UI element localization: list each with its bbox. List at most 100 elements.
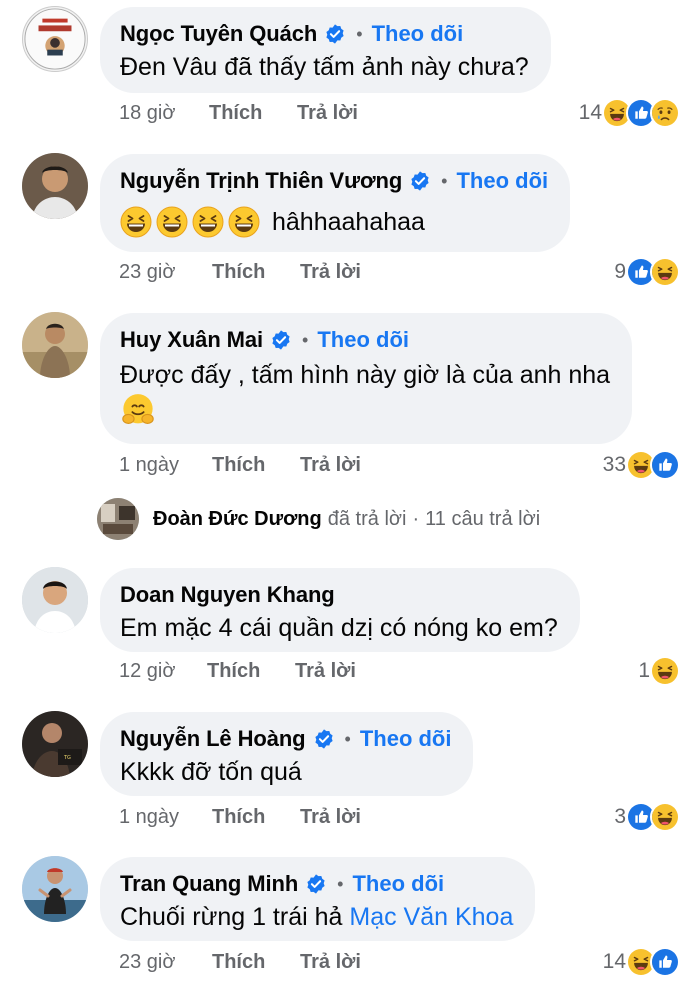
reaction-count: 14 [602,950,626,973]
laughing-emoji-icon [228,206,260,238]
comment-time[interactable]: 18 giờ [119,102,209,125]
avatar [97,498,139,540]
like-icon [650,450,680,480]
avatar[interactable] [22,312,88,378]
author-name[interactable]: Nguyễn Lê Hoàng [120,726,306,752]
avatar[interactable] [22,153,88,219]
reply-button[interactable]: Trả lời [300,951,361,974]
comment-text: Được đấy , tấm hình này giờ là của anh n… [120,361,611,389]
person-avatar-image [22,856,88,922]
reaction-summary[interactable]: 33 [603,450,680,480]
reaction-summary[interactable]: 9 [614,257,680,287]
separator-dot: • [356,23,363,44]
haha-icon [650,802,680,832]
comment-actions: 12 giờ Thích Trả lời [119,660,356,683]
verified-badge-icon [270,329,292,351]
comment-header: Doan Nguyen Khang [120,580,558,610]
like-button[interactable]: Thích [212,261,300,284]
verified-badge-icon [324,23,346,45]
comment-emoji-line [120,393,610,429]
reply-button[interactable]: Trả lời [295,660,356,683]
separator-dot: • [344,728,351,749]
comment-text-line: Chuối rừng 1 trái hả Mạc Văn Khoa [120,899,513,935]
comment-time[interactable]: 12 giờ [119,660,207,683]
separator-dot: • [441,170,448,191]
like-button[interactable]: Thích [209,102,297,125]
comment-text: hâhhaahahaa [272,208,425,236]
sad-icon [650,98,680,128]
avatar[interactable] [22,567,88,633]
reply-action-text: đã trả lời [327,507,407,530]
haha-icon [650,656,680,686]
author-name[interactable]: Doan Nguyen Khang [120,582,335,608]
haha-icon [650,257,680,287]
reaction-count: 3 [614,805,626,828]
author-name[interactable]: Tran Quang Minh [120,871,298,897]
like-button[interactable]: Thích [212,806,300,829]
comment-header: Nguyễn Lê Hoàng • Theo dõi [120,724,451,754]
reply-author-name: Đoàn Đức Dương [153,507,322,530]
verified-badge-icon [313,728,335,750]
comment-time[interactable]: 23 giờ [119,261,212,284]
comment-text: Đen Vâu đã thấy tấm ảnh này chưa? [120,53,529,81]
avatar[interactable] [22,856,88,922]
reply-button[interactable]: Trả lời [300,261,361,284]
author-name[interactable]: Ngọc Tuyên Quách [120,21,317,47]
like-button[interactable]: Thích [212,454,300,477]
avatar[interactable] [22,6,88,72]
comment-header: Ngọc Tuyên Quách • Theo dõi [120,19,529,49]
view-replies-link[interactable]: Đoàn Đức Dương đã trả lời · 11 câu trả l… [97,498,540,540]
reply-count: 11 câu trả lời [425,507,541,530]
comment-bubble: Ngọc Tuyên Quách • Theo dõi Đen Vâu đã t… [100,7,551,93]
comment-text: Em mặc 4 cái quần dzị có nóng ko em? [120,614,558,642]
clock-avatar-image [24,8,86,70]
reaction-count: 33 [602,453,626,476]
follow-button[interactable]: Theo dõi [456,168,548,194]
reaction-summary[interactable]: 14 [579,98,680,128]
comment-actions: 23 giờ Thích Trả lời [119,261,361,284]
comment-text: Kkkk đỡ tốn quá [120,758,302,786]
comment-bubble: Nguyễn Lê Hoàng • Theo dõi Kkkk đỡ tốn q… [100,712,474,796]
verified-badge-icon [305,873,327,895]
laughing-emoji-icon [156,206,188,238]
person-avatar-image [22,153,88,219]
person-avatar-image: TG [22,711,88,777]
comment-header: Nguyễn Trịnh Thiên Vương • Theo dõi [120,166,548,196]
separator-dot: • [302,329,309,350]
comment-actions: 18 giờ Thích Trả lời [119,102,358,125]
author-name[interactable]: Huy Xuân Mai [120,327,263,353]
like-button[interactable]: Thích [207,660,295,683]
comment-time[interactable]: 1 ngày [119,806,212,829]
author-name[interactable]: Nguyễn Trịnh Thiên Vương [120,168,402,194]
reply-button[interactable]: Trả lời [297,102,358,125]
follow-button[interactable]: Theo dõi [360,726,452,752]
avatar[interactable]: TG [22,711,88,777]
laughing-emoji-icon [120,206,152,238]
laughing-emoji-icon [192,206,224,238]
reaction-summary[interactable]: 3 [614,802,680,832]
comment-time[interactable]: 1 ngày [119,454,212,477]
comment-bubble: Doan Nguyen Khang Em mặc 4 cái quần dzị … [100,568,580,652]
like-icon [650,947,680,977]
comment-header: Huy Xuân Mai • Theo dõi [120,325,610,355]
separator-dot: • [337,873,344,894]
reply-button[interactable]: Trả lời [300,454,361,477]
comment-bubble: Tran Quang Minh • Theo dõi Chuối rừng 1 … [100,857,536,941]
verified-badge-icon [409,170,431,192]
reply-button[interactable]: Trả lời [300,806,361,829]
follow-button[interactable]: Theo dõi [352,871,444,897]
like-button[interactable]: Thích [212,951,300,974]
comment-bubble: Nguyễn Trịnh Thiên Vương • Theo dõi hâhh… [100,154,571,252]
follow-button[interactable]: Theo dõi [372,21,464,47]
comment-text-line: hâhhaahahaa [120,204,548,240]
mention-link[interactable]: Mạc Văn Khoa [349,903,513,931]
comment-text: Chuối rừng 1 trái hả [120,903,343,931]
comment-time[interactable]: 23 giờ [119,951,212,974]
follow-button[interactable]: Theo dõi [317,327,409,353]
reaction-summary[interactable]: 14 [603,947,680,977]
reaction-summary[interactable]: 1 [638,656,680,686]
separator-dot: · [412,507,420,530]
comment-actions: 1 ngày Thích Trả lời [119,806,361,829]
comment-bubble: Huy Xuân Mai • Theo dõi Được đấy , tấm h… [100,313,633,444]
comment-header: Tran Quang Minh • Theo dõi [120,869,513,899]
